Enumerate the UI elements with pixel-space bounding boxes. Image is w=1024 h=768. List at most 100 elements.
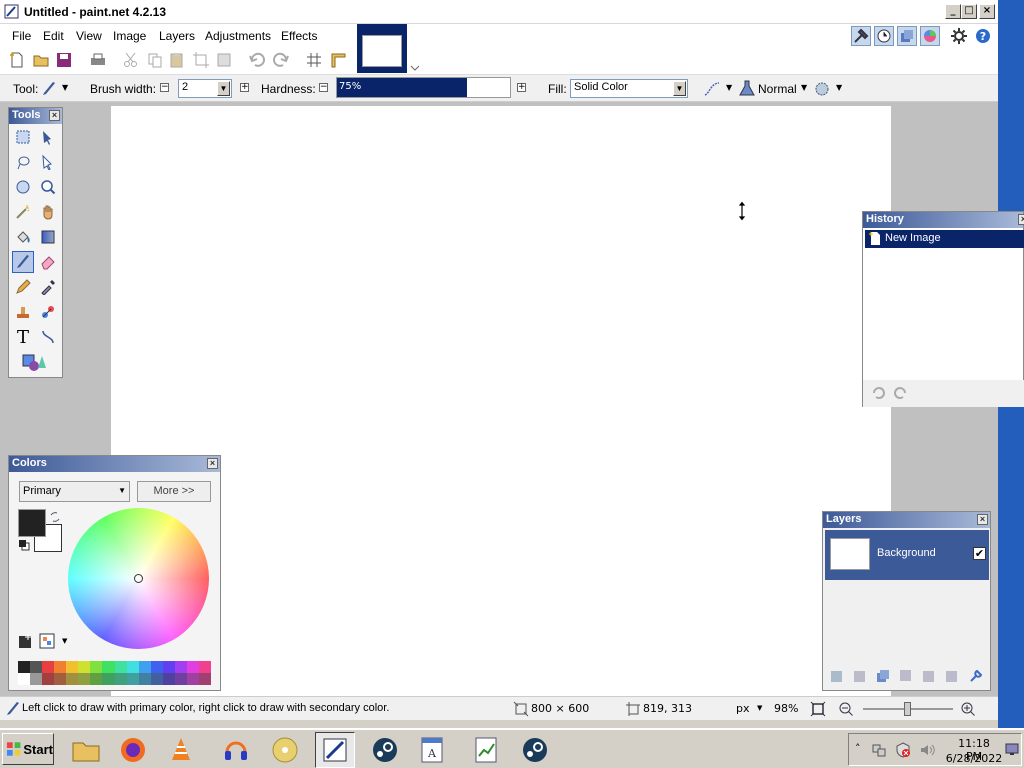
menu-edit[interactable]: Edit — [43, 29, 64, 43]
title-bar[interactable]: Untitled - paint.net 4.2.13 _ □ × — [0, 0, 998, 24]
zoom-to-window-icon[interactable] — [810, 701, 826, 717]
maximize-button[interactable]: □ — [961, 4, 977, 19]
drawing-canvas[interactable] — [111, 106, 891, 696]
text-tool-icon[interactable]: T — [12, 326, 34, 348]
start-button[interactable]: Start — [2, 733, 54, 765]
history-panel-close-button[interactable]: × — [1018, 214, 1024, 225]
help-icon[interactable]: ? — [974, 27, 992, 45]
show-desktop-icon[interactable] — [1005, 742, 1019, 756]
menu-image[interactable]: Image — [113, 29, 146, 43]
menu-effects[interactable]: Effects — [281, 29, 317, 43]
merge-layer-down-icon[interactable] — [898, 668, 914, 684]
menu-layers[interactable]: Layers — [159, 29, 195, 43]
volume-icon[interactable] — [919, 742, 935, 758]
move-selected-pixels-tool-icon[interactable] — [37, 126, 59, 148]
antialiasing-icon[interactable] — [703, 80, 721, 98]
ellipse-select-tool-icon[interactable] — [12, 176, 34, 198]
menu-view[interactable]: View — [76, 29, 102, 43]
line-curve-tool-icon[interactable] — [37, 326, 59, 348]
history-panel-header[interactable]: History × — [863, 212, 1024, 228]
lasso-select-tool-icon[interactable] — [12, 151, 34, 173]
cut-icon[interactable] — [122, 51, 140, 69]
rectangle-select-tool-icon[interactable] — [12, 126, 34, 148]
zoom-level[interactable]: 98% — [774, 702, 798, 715]
layer-visibility-checkbox[interactable]: ✔ — [973, 547, 986, 560]
colors-panel-header[interactable]: Colors × — [9, 456, 220, 472]
paintbrush-tool-icon[interactable] — [40, 80, 58, 98]
add-layer-icon[interactable] — [829, 668, 845, 684]
magic-wand-tool-icon[interactable] — [12, 201, 34, 223]
hardness-slider[interactable]: 75% — [336, 77, 511, 98]
network-icon[interactable] — [871, 742, 887, 758]
move-layer-up-icon[interactable] — [921, 668, 937, 684]
settings-gear-icon[interactable] — [950, 27, 968, 45]
more-colors-button[interactable]: More >> — [137, 481, 211, 502]
layers-panel-header[interactable]: Layers × — [823, 512, 990, 528]
blend-mode-dropdown-arrow[interactable]: ▼ — [801, 83, 807, 92]
zoom-in-icon[interactable] — [960, 701, 976, 717]
taskbar-steam[interactable] — [365, 732, 405, 768]
units-dropdown-arrow[interactable]: ▼ — [757, 704, 762, 712]
blend-mode-flask-icon[interactable] — [739, 79, 755, 97]
taskbar-firefox[interactable] — [113, 732, 153, 768]
swap-colors-icon[interactable] — [49, 511, 61, 523]
reset-colors-icon[interactable] — [18, 539, 30, 551]
pan-hand-tool-icon[interactable] — [37, 201, 59, 223]
tray-expand-icon[interactable]: ˄ — [855, 742, 861, 755]
color-palette[interactable] — [18, 661, 211, 685]
move-layer-down-icon[interactable] — [944, 668, 960, 684]
brush-width-decrease-button[interactable]: − — [160, 83, 169, 92]
fill-select[interactable]: Solid Color ▼ — [570, 79, 688, 98]
gradient-tool-icon[interactable] — [37, 226, 59, 248]
print-icon[interactable] — [89, 51, 107, 69]
tool-dropdown-arrow[interactable]: ▼ — [62, 83, 68, 92]
paint-bucket-tool-icon[interactable] — [12, 226, 34, 248]
selection-mode-icon[interactable] — [813, 80, 831, 98]
clone-stamp-tool-icon[interactable] — [12, 301, 34, 323]
save-icon[interactable] — [55, 51, 73, 69]
history-undo-icon[interactable] — [870, 385, 886, 401]
crop-to-selection-icon[interactable] — [192, 51, 210, 69]
shapes-tool-icon[interactable] — [19, 351, 49, 373]
brush-width-select[interactable]: 2 ▼ — [178, 79, 232, 98]
color-mode-select[interactable]: Primary ▼ — [19, 481, 130, 502]
grid-icon[interactable] — [305, 51, 323, 69]
color-picker-tool-icon[interactable] — [37, 276, 59, 298]
hardness-decrease-button[interactable]: − — [319, 83, 328, 92]
menu-adjustments[interactable]: Adjustments — [205, 29, 271, 43]
hardness-increase-button[interactable]: + — [517, 83, 526, 92]
history-redo-icon[interactable] — [893, 385, 909, 401]
clock-date[interactable]: 6/28/2022 — [945, 752, 1003, 765]
undo-icon[interactable] — [248, 51, 266, 69]
taskbar-disc-burner[interactable] — [265, 732, 305, 768]
brush-width-increase-button[interactable]: + — [240, 83, 249, 92]
security-alert-icon[interactable] — [895, 742, 911, 758]
recolor-tool-icon[interactable] — [37, 301, 59, 323]
pencil-tool-icon[interactable] — [12, 276, 34, 298]
move-selection-tool-icon[interactable] — [37, 151, 59, 173]
blend-mode-value[interactable]: Normal — [758, 82, 797, 96]
layers-toggle-button[interactable] — [897, 26, 917, 46]
duplicate-layer-icon[interactable] — [875, 668, 891, 684]
taskbar-paintnet[interactable] — [315, 732, 355, 768]
paintbrush-tool-icon[interactable] — [12, 251, 34, 273]
taskbar-vlc[interactable] — [161, 732, 201, 768]
selection-mode-dropdown-arrow[interactable]: ▼ — [836, 83, 842, 92]
paste-icon[interactable] — [168, 51, 186, 69]
zoom-tool-icon[interactable] — [37, 176, 59, 198]
new-file-icon[interactable] — [8, 51, 26, 69]
palette-menu-arrow[interactable]: ▼ — [62, 637, 67, 645]
delete-layer-icon[interactable] — [852, 668, 868, 684]
add-to-palette-icon[interactable] — [18, 633, 34, 649]
eraser-tool-icon[interactable] — [37, 251, 59, 273]
image-thumbnail-tab[interactable] — [357, 24, 407, 73]
tools-toggle-button[interactable] — [851, 26, 871, 46]
taskbar-text-editor[interactable]: A — [412, 732, 452, 768]
tools-panel-close-button[interactable]: × — [49, 110, 60, 121]
rulers-icon[interactable] — [329, 51, 347, 69]
taskbar-audacious[interactable] — [216, 732, 256, 768]
minimize-button[interactable]: _ — [945, 4, 961, 19]
history-toggle-button[interactable] — [874, 26, 894, 46]
taskbar-file-explorer[interactable] — [66, 732, 106, 768]
palette-menu-icon[interactable] — [39, 633, 55, 649]
